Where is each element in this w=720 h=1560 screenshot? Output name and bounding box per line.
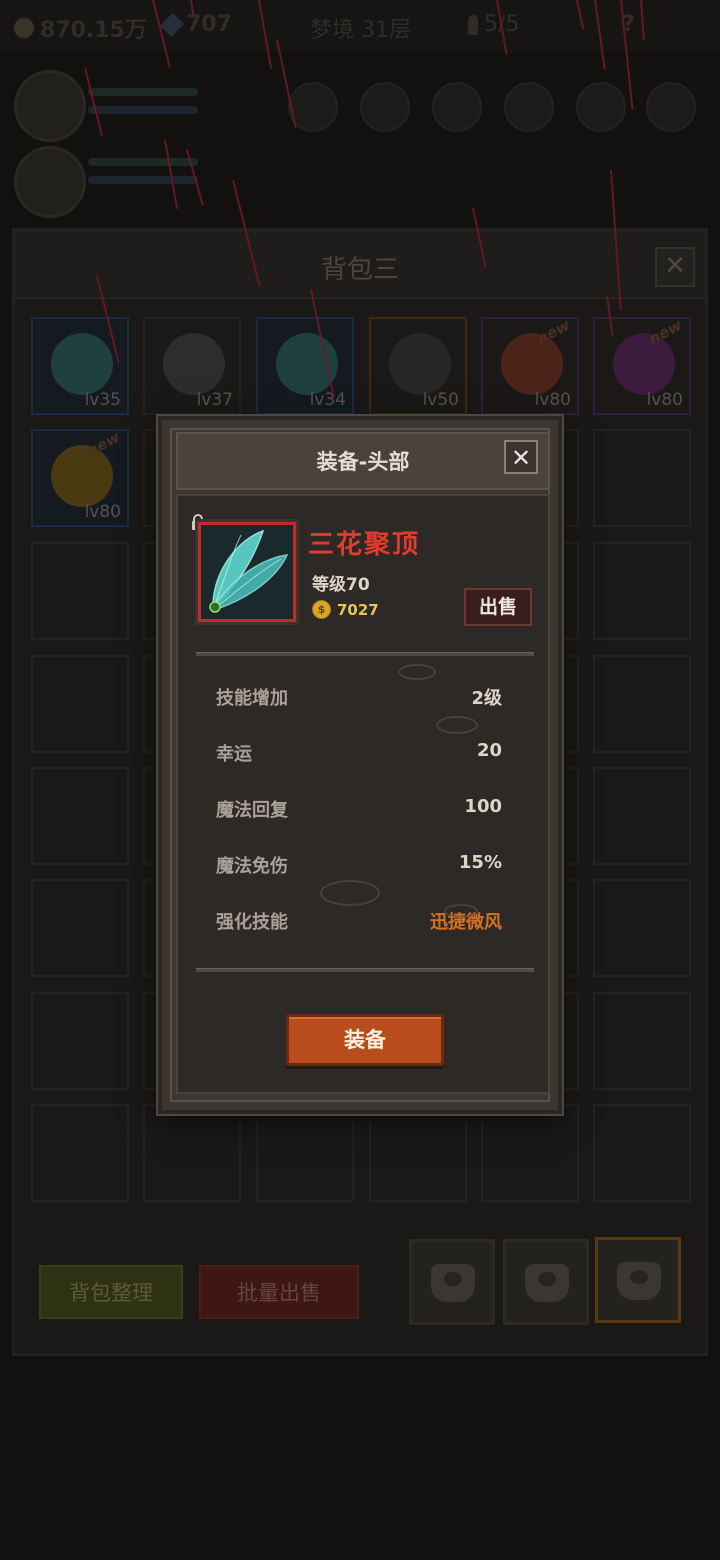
ripple-effect — [398, 664, 436, 680]
rain-streak — [84, 67, 103, 136]
stat-label: 幸运 — [216, 744, 252, 765]
stat-row: 魔法免伤 15% — [216, 852, 502, 882]
stat-value: 15% — [458, 852, 502, 873]
stat-label: 强化技能 — [216, 912, 288, 933]
item-name: 三花聚顶 — [308, 530, 421, 560]
wings-helmet-icon — [201, 525, 293, 619]
rain-streak — [610, 169, 622, 310]
stat-row: 幸运 20 — [216, 740, 502, 770]
rain-streak — [152, 0, 171, 68]
rain-streak — [258, 0, 273, 69]
rain-streak — [640, 0, 645, 40]
rain-streak — [606, 295, 614, 336]
stat-row: 技能增加 2级 — [216, 684, 502, 714]
rain-streak — [496, 0, 508, 56]
stat-label: 魔法回复 — [216, 800, 288, 821]
item-image — [198, 522, 296, 622]
item-price: $ 7027 — [312, 600, 379, 619]
ripple-effect — [444, 904, 478, 918]
equipment-dialog: 装备-头部 ✕ 三花聚顶 等级70 $ 7027 出售 技能增加 2级 幸运 2… — [158, 416, 562, 1114]
divider — [196, 652, 534, 656]
rain-streak — [276, 39, 297, 129]
dialog-close-button[interactable]: ✕ — [504, 440, 538, 474]
item-price-value: 7027 — [337, 600, 379, 619]
stat-row: 魔法回复 100 — [216, 796, 502, 826]
rain-streak — [620, 0, 634, 110]
rain-streak — [96, 275, 120, 364]
item-level: 等级70 — [312, 575, 370, 595]
rain-streak — [190, 0, 195, 16]
dialog-title: 装备-头部 — [316, 450, 410, 474]
dialog-body: 三花聚顶 等级70 $ 7027 出售 技能增加 2级幸运 20 魔法回复 100 魔法免… — [176, 494, 550, 1094]
stat-value: 100 — [464, 796, 502, 817]
rain-streak — [472, 207, 487, 267]
stat-value: 20 — [476, 740, 502, 761]
rain-streak — [232, 179, 261, 287]
rain-streak — [164, 139, 179, 209]
stat-label: 技能增加 — [216, 688, 288, 709]
dialog-header: 装备-头部 — [176, 432, 550, 490]
rain-streak — [186, 149, 204, 206]
equip-button[interactable]: 装备 — [286, 1014, 444, 1066]
stat-label: 魔法免伤 — [216, 856, 288, 877]
rain-streak — [594, 0, 606, 70]
rain-streak — [576, 0, 585, 30]
rain-streak — [310, 289, 335, 398]
ripple-effect — [436, 716, 478, 734]
stat-value: 2级 — [471, 688, 502, 709]
ripple-effect — [320, 880, 380, 906]
gold-coin-icon: $ — [312, 600, 331, 619]
sell-button[interactable]: 出售 — [464, 588, 532, 626]
divider — [196, 968, 534, 972]
